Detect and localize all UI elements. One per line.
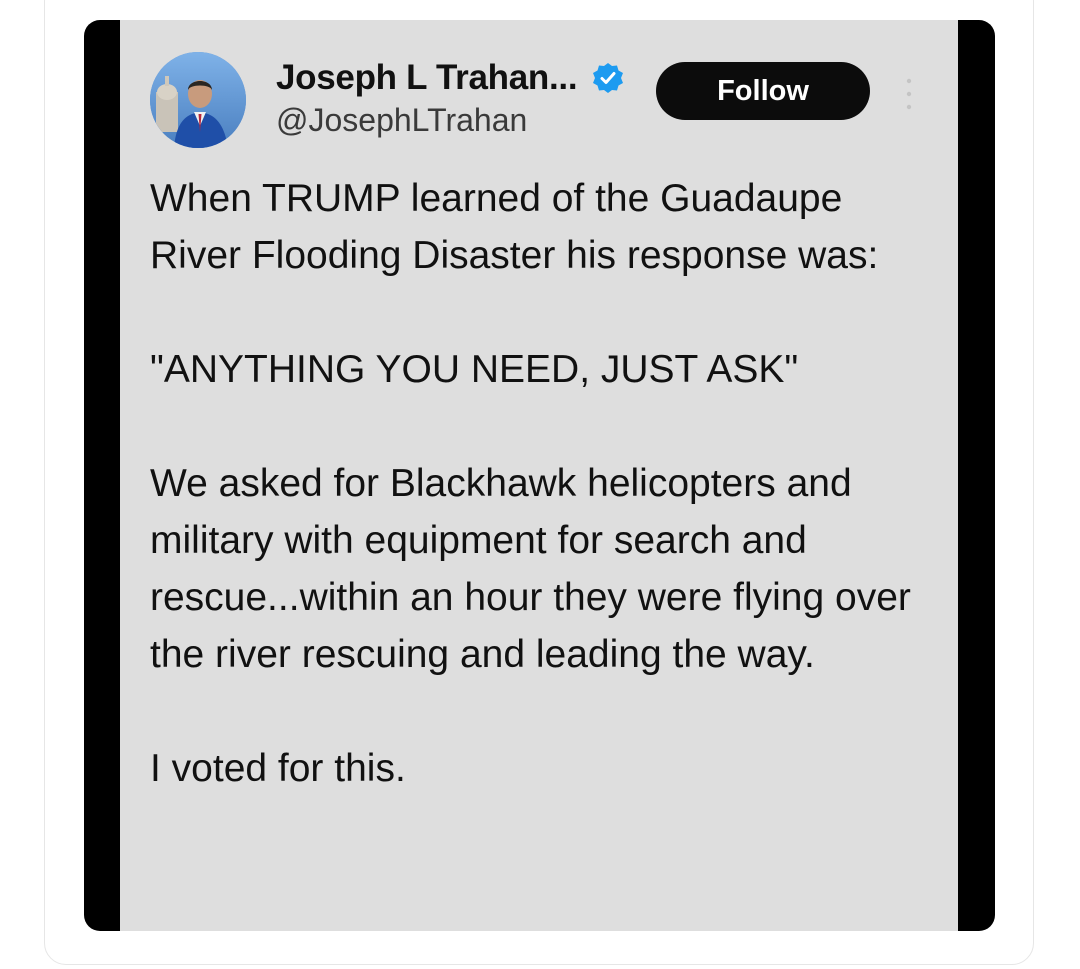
tweet-paragraph: When TRUMP learned of the Guadaupe River…	[150, 177, 879, 277]
author-handle[interactable]: @JosephLTrahan	[276, 102, 527, 139]
tweet-text: When TRUMP learned of the Guadaupe River…	[150, 170, 940, 797]
tweet-paragraph: We asked for Blackhawk helicopters and m…	[150, 462, 911, 676]
avatar-photo	[150, 52, 246, 148]
tweet-panel: Joseph L Trahan... @JosephLTrahan Follow…	[120, 20, 958, 931]
follow-button[interactable]: Follow	[656, 62, 870, 120]
screenshot-image[interactable]: Joseph L Trahan... @JosephLTrahan Follow…	[84, 20, 995, 931]
avatar[interactable]	[150, 52, 246, 148]
author-name[interactable]: Joseph L Trahan...	[276, 58, 578, 98]
tweet-paragraph: "ANYTHING YOU NEED, JUST ASK"	[150, 348, 799, 391]
more-options-icon[interactable]	[904, 76, 914, 112]
tweet-paragraph: I voted for this.	[150, 747, 406, 790]
verified-check-icon	[593, 63, 623, 93]
